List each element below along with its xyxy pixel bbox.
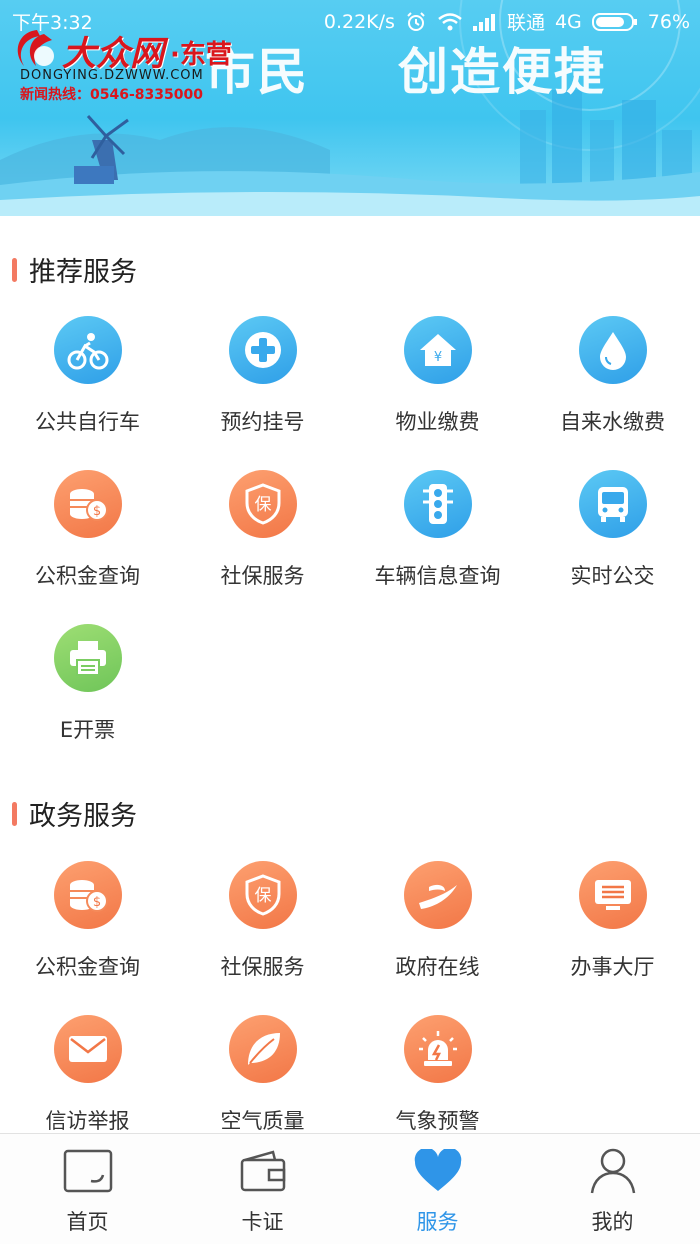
coins-icon: $ (53, 861, 122, 929)
service-label: 公积金查询 (35, 564, 140, 588)
envelope-icon (53, 1015, 122, 1083)
section-title-text: 政务服务 (29, 801, 137, 832)
service-e-invoice[interactable]: E开票 (0, 610, 175, 760)
heart-icon (411, 1146, 465, 1196)
section-title-recommended: 推荐服务 (12, 250, 137, 289)
bus-icon (578, 470, 647, 538)
service-label: E开票 (59, 718, 116, 742)
service-label: 公积金查询 (35, 955, 140, 979)
network-type: 4G (554, 10, 582, 33)
svg-text:¥: ¥ (433, 350, 441, 365)
service-property-fee[interactable]: ¥ 物业缴费 (350, 302, 525, 452)
service-label: 车辆信息查询 (374, 564, 501, 588)
service-appointment[interactable]: 预约挂号 (175, 302, 350, 452)
service-label: 预约挂号 (220, 410, 305, 434)
printer-icon (53, 624, 122, 692)
service-government-online[interactable]: 政府在线 (350, 847, 525, 997)
service-housing-fund[interactable]: $ 公积金查询 (0, 847, 175, 997)
network-speed: 0.22K/s (323, 10, 395, 33)
medical-cross-icon (228, 316, 297, 384)
wifi-icon (437, 12, 463, 32)
service-public-bicycle[interactable]: 公共自行车 (0, 302, 175, 452)
water-drop-icon (578, 316, 647, 384)
service-label: 空气质量 (220, 1109, 305, 1133)
banner-slogan-right: 创造便捷 (398, 43, 606, 101)
leaf-icon (228, 1015, 297, 1083)
tab-label: 服务 (416, 1210, 459, 1234)
service-label: 信访举报 (45, 1109, 130, 1133)
home-card-icon (61, 1146, 115, 1196)
top-banner[interactable]: 下午3:32 0.22K/s 联通 4G 76% 市民 创造便捷 大众网 ·东营… (0, 0, 700, 216)
tab-label: 卡证 (241, 1210, 284, 1234)
tab-label: 我的 (591, 1210, 634, 1234)
logo-city: ·东营 (170, 40, 232, 70)
service-air-quality[interactable]: 空气质量 (175, 1001, 350, 1151)
house-yen-icon: ¥ (403, 316, 472, 384)
service-label: 气象预警 (395, 1109, 480, 1133)
shield-bao-icon: 保 (228, 470, 297, 538)
service-label: 社保服务 (220, 955, 305, 979)
service-label: 政府在线 (395, 955, 480, 979)
shield-bao-icon: 保 (228, 861, 297, 929)
coins-icon: $ (53, 470, 122, 538)
svg-text:$: $ (92, 504, 100, 519)
service-petition-report[interactable]: 信访举报 (0, 1001, 175, 1151)
service-label: 办事大厅 (570, 955, 655, 979)
section-title-text: 推荐服务 (29, 257, 137, 288)
tab-services[interactable]: 服务 (350, 1134, 525, 1244)
carrier-name: 联通 (506, 12, 545, 34)
service-service-hall[interactable]: 办事大厅 (525, 847, 700, 997)
logo-hotline: 新闻热线：0546-8335000 (20, 87, 203, 103)
service-housing-fund[interactable]: $ 公积金查询 (0, 456, 175, 606)
section-accent-bar (12, 257, 17, 282)
site-logo: 大众网 ·东营 DONGYING.DZWWW.COM 新闻热线：0546-833… (10, 26, 240, 104)
service-label: 自来水缴费 (560, 410, 665, 434)
logo-emblem-icon (17, 30, 54, 66)
bicycle-icon (53, 316, 122, 384)
service-water-fee[interactable]: 自来水缴费 (525, 302, 700, 452)
monitor-list-icon (578, 861, 647, 929)
bottom-tab-bar: 首页 卡证 服务 我的 (0, 1133, 700, 1244)
wallet-icon (236, 1146, 290, 1196)
tab-cards[interactable]: 卡证 (175, 1134, 350, 1244)
service-label: 社保服务 (220, 564, 305, 588)
service-label: 实时公交 (570, 564, 655, 588)
logo-domain: DONGYING.DZWWW.COM (20, 68, 204, 83)
battery-percent: 76% (647, 10, 690, 33)
signal-icon (472, 13, 497, 31)
service-realtime-bus[interactable]: 实时公交 (525, 456, 700, 606)
traffic-light-icon (403, 470, 472, 538)
tab-home[interactable]: 首页 (0, 1134, 175, 1244)
app-screen: 下午3:32 0.22K/s 联通 4G 76% 市民 创造便捷 大众网 ·东营… (0, 0, 700, 1244)
section-title-government: 政务服务 (12, 794, 137, 833)
alarm-light-icon (403, 1015, 472, 1083)
svg-text:$: $ (92, 895, 100, 910)
person-icon (586, 1146, 640, 1196)
service-vehicle-info[interactable]: 车辆信息查询 (350, 456, 525, 606)
service-social-security[interactable]: 保 社保服务 (175, 456, 350, 606)
service-social-security[interactable]: 保 社保服务 (175, 847, 350, 997)
tab-profile[interactable]: 我的 (525, 1134, 700, 1244)
svg-text:保: 保 (254, 886, 271, 906)
service-label: 物业缴费 (395, 410, 480, 434)
service-label: 公共自行车 (35, 410, 140, 434)
svg-text:保: 保 (254, 495, 271, 515)
swoosh-icon (403, 861, 472, 929)
battery-icon (591, 12, 638, 32)
tab-label: 首页 (66, 1210, 109, 1234)
service-weather-alert[interactable]: 气象预警 (350, 1001, 525, 1151)
section-accent-bar (12, 801, 17, 826)
alarm-icon (405, 11, 427, 33)
